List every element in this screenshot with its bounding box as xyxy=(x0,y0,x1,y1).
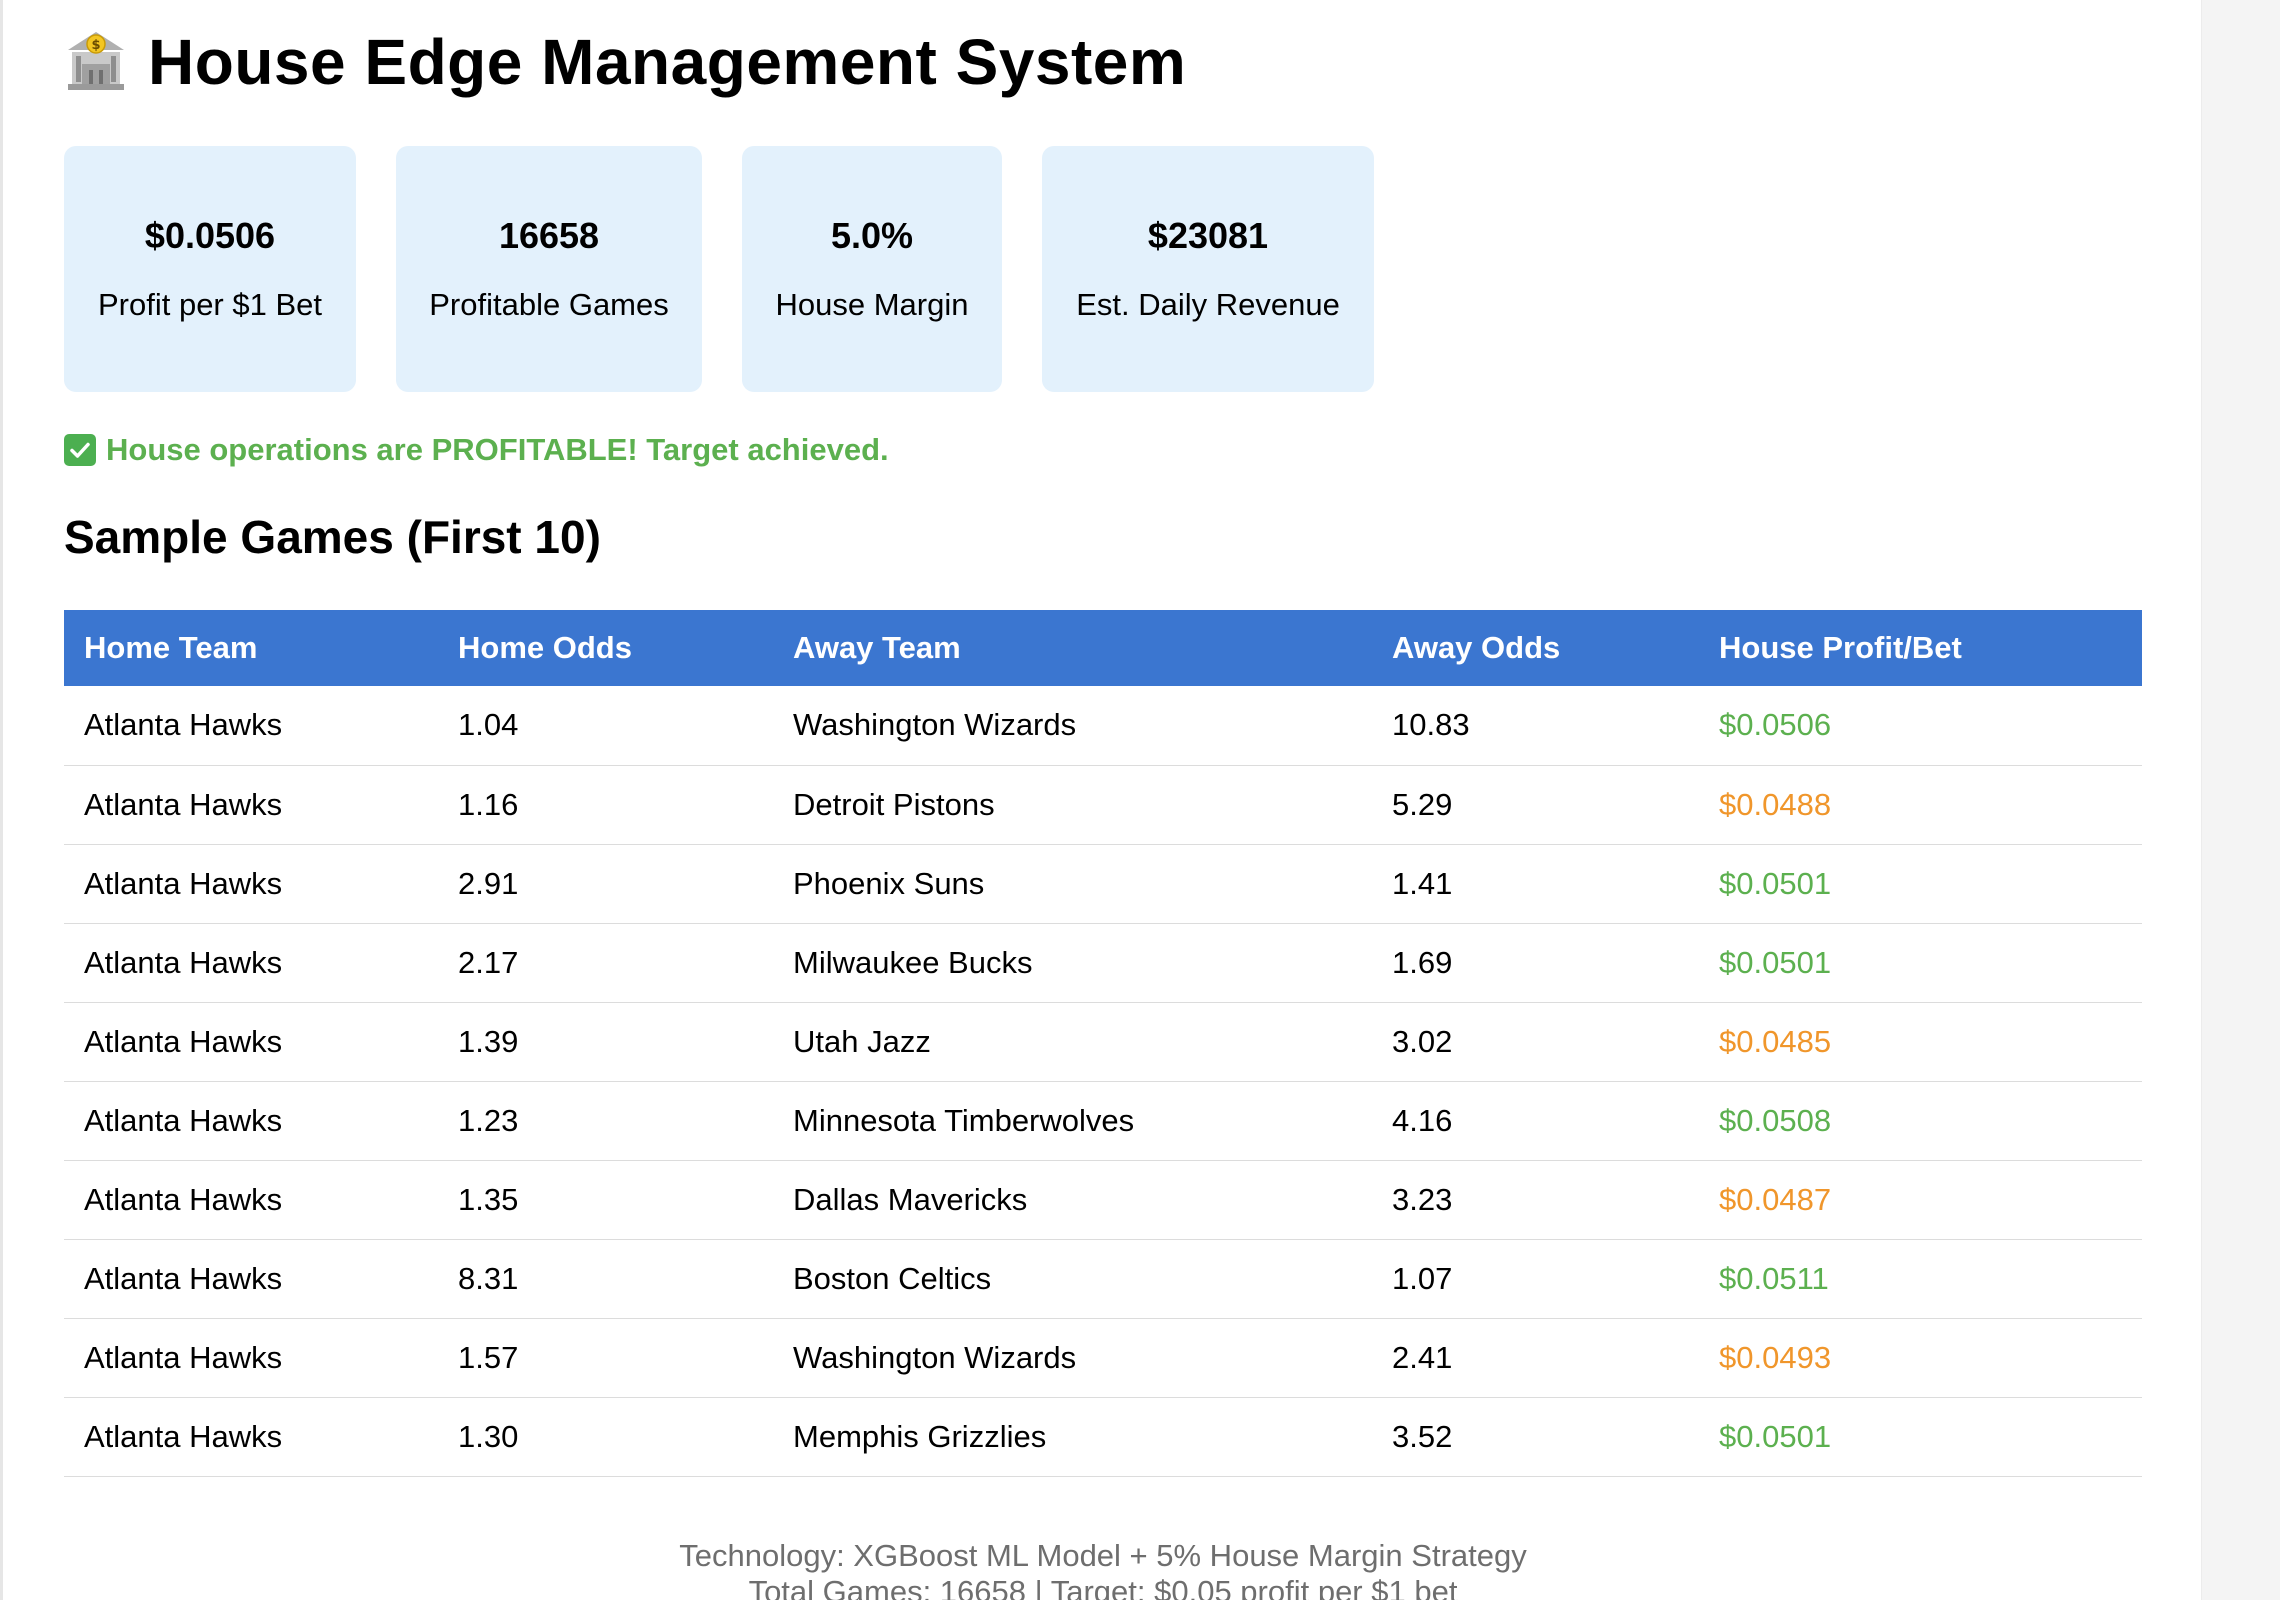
metric-value: $0.0506 xyxy=(144,215,276,256)
cell-house-profit: $0.0487 xyxy=(1699,1160,2142,1240)
cell-away-team: Utah Jazz xyxy=(773,1002,1372,1082)
cell-home-team: Atlanta Hawks xyxy=(64,923,438,1003)
table-row: Atlanta Hawks 1.39 Utah Jazz 3.02 $0.048… xyxy=(64,1002,2142,1082)
metric-value: $23081 xyxy=(1147,215,1269,256)
cell-away-team: Minnesota Timberwolves xyxy=(773,1081,1372,1161)
metric-value: 5.0% xyxy=(830,215,914,256)
cell-away-odds: 3.02 xyxy=(1372,1002,1699,1082)
metric-cards: $0.0506 Profit per $1 Bet 16658 Profitab… xyxy=(64,146,1374,392)
status-message: House operations are PROFITABLE! Target … xyxy=(64,432,889,468)
table-row: Atlanta Hawks 1.35 Dallas Mavericks 3.23… xyxy=(64,1160,2142,1240)
metric-value: 16658 xyxy=(498,215,600,256)
cell-house-profit: $0.0485 xyxy=(1699,1002,2142,1082)
section-title: Sample Games (First 10) xyxy=(64,511,601,563)
cell-home-odds: 1.23 xyxy=(438,1081,773,1161)
metric-card-daily-revenue: $23081 Est. Daily Revenue xyxy=(1042,146,1374,392)
cell-away-team: Washington Wizards xyxy=(773,1318,1372,1398)
footer-totals: Total Games: 16658 | Target: $0.05 profi… xyxy=(748,1574,1458,1600)
cell-away-odds: 5.29 xyxy=(1372,765,1699,845)
cell-away-odds: 1.07 xyxy=(1372,1239,1699,1319)
cell-home-odds: 1.04 xyxy=(438,686,773,766)
bank-icon: $ xyxy=(68,32,124,90)
metric-label: Profit per $1 Bet xyxy=(97,287,322,322)
svg-text:$: $ xyxy=(91,38,100,53)
cell-away-odds: 3.52 xyxy=(1372,1397,1699,1477)
cell-house-profit: $0.0508 xyxy=(1699,1081,2142,1161)
table-row: Atlanta Hawks 8.31 Boston Celtics 1.07 $… xyxy=(64,1239,2142,1319)
cell-house-profit: $0.0501 xyxy=(1699,923,2142,1003)
cell-house-profit: $0.0511 xyxy=(1699,1239,2142,1319)
table-row: Atlanta Hawks 1.04 Washington Wizards 10… xyxy=(64,686,2142,766)
cell-home-team: Atlanta Hawks xyxy=(64,1002,438,1082)
cell-house-profit: $0.0501 xyxy=(1699,1397,2142,1477)
cell-away-team: Phoenix Suns xyxy=(773,844,1372,924)
cell-home-odds: 1.57 xyxy=(438,1318,773,1398)
cell-house-profit: $0.0501 xyxy=(1699,844,2142,924)
cell-home-team: Atlanta Hawks xyxy=(64,1239,438,1319)
metric-label: Profitable Games xyxy=(429,287,669,322)
table-row: Atlanta Hawks 1.16 Detroit Pistons 5.29 … xyxy=(64,765,2142,845)
column-header-house-profit: House Profit/Bet xyxy=(1699,610,2142,686)
scrollbar-track[interactable] xyxy=(2201,0,2280,1600)
cell-away-team: Detroit Pistons xyxy=(773,765,1372,845)
metric-label: Est. Daily Revenue xyxy=(1076,287,1340,322)
cell-home-odds: 1.16 xyxy=(438,765,773,845)
column-header-home-odds: Home Odds xyxy=(438,610,773,686)
cell-house-profit: $0.0493 xyxy=(1699,1318,2142,1398)
column-header-away-team: Away Team xyxy=(773,610,1372,686)
status-text: House operations are PROFITABLE! Target … xyxy=(106,432,889,467)
cell-away-odds: 1.69 xyxy=(1372,923,1699,1003)
cell-away-team: Memphis Grizzlies xyxy=(773,1397,1372,1477)
table-header-row: Home Team Home Odds Away Team Away Odds … xyxy=(64,610,2142,686)
cell-home-odds: 2.17 xyxy=(438,923,773,1003)
table-row: Atlanta Hawks 2.17 Milwaukee Bucks 1.69 … xyxy=(64,923,2142,1003)
title-row: $ House Edge Management System xyxy=(64,22,1186,102)
cell-home-odds: 1.30 xyxy=(438,1397,773,1477)
sample-games-table: Home Team Home Odds Away Team Away Odds … xyxy=(64,610,2142,1477)
cell-away-odds: 10.83 xyxy=(1372,686,1699,766)
metric-card-profitable-games: 16658 Profitable Games xyxy=(396,146,702,392)
window-edge xyxy=(0,0,3,1600)
cell-away-team: Milwaukee Bucks xyxy=(773,923,1372,1003)
page-title: House Edge Management System xyxy=(148,26,1187,98)
check-mark-icon xyxy=(64,434,96,466)
cell-house-profit: $0.0506 xyxy=(1699,686,2142,766)
table-row: Atlanta Hawks 2.91 Phoenix Suns 1.41 $0.… xyxy=(64,844,2142,924)
metric-card-profit-per-bet: $0.0506 Profit per $1 Bet xyxy=(64,146,356,392)
cell-away-odds: 4.16 xyxy=(1372,1081,1699,1161)
cell-house-profit: $0.0488 xyxy=(1699,765,2142,845)
cell-home-odds: 1.39 xyxy=(438,1002,773,1082)
table-row: Atlanta Hawks 1.23 Minnesota Timberwolve… xyxy=(64,1081,2142,1161)
cell-away-odds: 1.41 xyxy=(1372,844,1699,924)
cell-away-odds: 2.41 xyxy=(1372,1318,1699,1398)
cell-away-team: Dallas Mavericks xyxy=(773,1160,1372,1240)
cell-home-team: Atlanta Hawks xyxy=(64,1397,438,1477)
table-row: Atlanta Hawks 1.30 Memphis Grizzlies 3.5… xyxy=(64,1397,2142,1477)
table-row: Atlanta Hawks 1.57 Washington Wizards 2.… xyxy=(64,1318,2142,1398)
cell-home-team: Atlanta Hawks xyxy=(64,1160,438,1240)
cell-home-team: Atlanta Hawks xyxy=(64,1318,438,1398)
column-header-home-team: Home Team xyxy=(64,610,438,686)
cell-away-team: Boston Celtics xyxy=(773,1239,1372,1319)
footer-technology: Technology: XGBoost ML Model + 5% House … xyxy=(679,1538,1527,1573)
column-header-away-odds: Away Odds xyxy=(1372,610,1699,686)
cell-away-odds: 3.23 xyxy=(1372,1160,1699,1240)
cell-away-team: Washington Wizards xyxy=(773,686,1372,766)
cell-home-odds: 8.31 xyxy=(438,1239,773,1319)
cell-home-odds: 2.91 xyxy=(438,844,773,924)
cell-home-team: Atlanta Hawks xyxy=(64,844,438,924)
cell-home-team: Atlanta Hawks xyxy=(64,1081,438,1161)
cell-home-odds: 1.35 xyxy=(438,1160,773,1240)
page: $ House Edge Management System $0.0506 P… xyxy=(0,0,2280,1600)
cell-home-team: Atlanta Hawks xyxy=(64,686,438,766)
metric-card-house-margin: 5.0% House Margin xyxy=(742,146,1002,392)
cell-home-team: Atlanta Hawks xyxy=(64,765,438,845)
metric-label: House Margin xyxy=(775,287,969,322)
